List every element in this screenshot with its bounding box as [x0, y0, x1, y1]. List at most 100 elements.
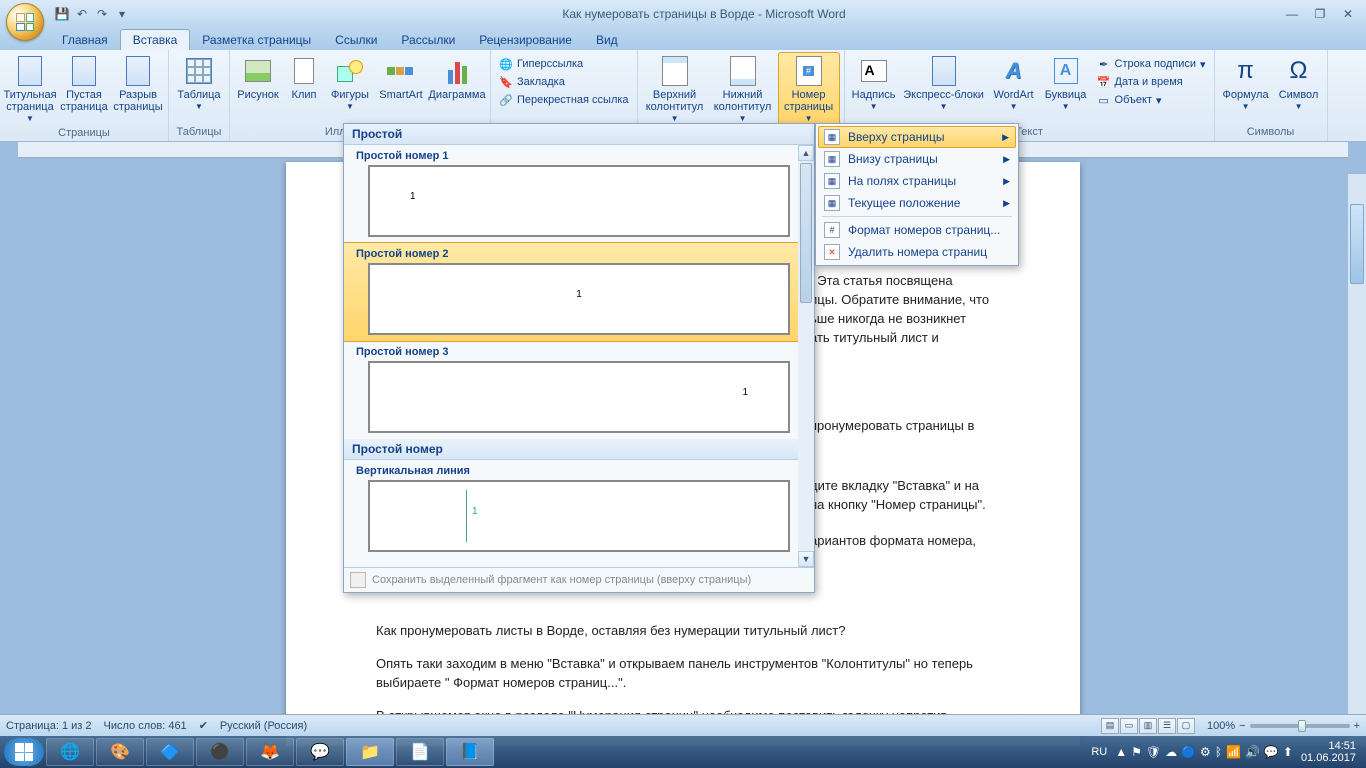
zoom-slider[interactable]	[1250, 724, 1350, 728]
status-page[interactable]: Страница: 1 из 2	[6, 720, 92, 732]
tray-network-icon[interactable]: 📶	[1226, 745, 1241, 759]
status-spellcheck[interactable]: ✔	[199, 719, 208, 732]
save-icon[interactable]: 💾	[54, 6, 70, 22]
bookmark-button[interactable]: 🔖Закладка	[495, 74, 633, 90]
tray-icon[interactable]: 💬	[1264, 745, 1279, 759]
scrollbar-thumb[interactable]	[1350, 204, 1364, 284]
tab-home[interactable]: Главная	[50, 30, 120, 50]
taskbar-firefox[interactable]: 🦊	[246, 738, 294, 766]
clip-button[interactable]: Клип	[284, 52, 324, 104]
office-button[interactable]	[6, 3, 44, 41]
menu-bottom-of-page[interactable]: ▦Внизу страницы▶	[818, 148, 1016, 170]
qat-customize-icon[interactable]: ▾	[114, 6, 130, 22]
dropcap-button[interactable]: AБуквица▼	[1041, 52, 1091, 114]
gallery-item-plain-1[interactable]: 1	[368, 165, 790, 237]
tab-view[interactable]: Вид	[584, 30, 630, 50]
tray-icon[interactable]: ⚙	[1200, 745, 1211, 759]
menu-page-margins[interactable]: ▦На полях страницы▶	[818, 170, 1016, 192]
textbox-button[interactable]: Надпись▼	[849, 52, 899, 114]
gallery-item-plain-3[interactable]: 1	[368, 361, 790, 433]
taskbar-app1[interactable]: 🔷	[146, 738, 194, 766]
status-language[interactable]: Русский (Россия)	[220, 720, 307, 732]
tab-mailings[interactable]: Рассылки	[389, 30, 467, 50]
equation-button[interactable]: πФормула▼	[1219, 52, 1273, 114]
zoom-out-button[interactable]: −	[1239, 720, 1245, 732]
zoom-in-button[interactable]: +	[1354, 720, 1360, 732]
chevron-right-icon: ▶	[1003, 176, 1010, 187]
tab-insert[interactable]: Вставка	[120, 29, 191, 50]
header-button[interactable]: Верхний колонтитул▼	[642, 52, 708, 126]
tab-review[interactable]: Рецензирование	[467, 30, 584, 50]
table-button[interactable]: Таблица▼	[173, 52, 225, 114]
gallery-scrollbar[interactable]: ▲ ▼	[798, 145, 814, 567]
tray-language[interactable]: RU	[1091, 746, 1107, 758]
blank-page-button[interactable]: Пустая страница	[58, 52, 110, 116]
gallery-header: Простой	[344, 124, 814, 145]
page-number-button[interactable]: #Номер страницы▼	[778, 52, 840, 126]
chart-button[interactable]: Диаграмма	[428, 52, 486, 104]
view-draft[interactable]: ▢	[1177, 718, 1195, 734]
gallery-item-vertical-line[interactable]: 1	[368, 480, 790, 552]
object-button[interactable]: ▭Объект ▾	[1093, 92, 1210, 108]
menu-current-position[interactable]: ▦Текущее положение▶	[818, 192, 1016, 214]
tray-icon[interactable]: ☁	[1165, 745, 1177, 759]
body-text: Как пронумеровать листы в Ворде, оставля…	[376, 622, 990, 641]
quickparts-button[interactable]: Экспресс-блоки▼	[901, 52, 987, 114]
view-full-screen[interactable]: ▭	[1120, 718, 1138, 734]
view-outline[interactable]: ☰	[1158, 718, 1176, 734]
taskbar-paint[interactable]: 🎨	[96, 738, 144, 766]
gallery-item-plain-2[interactable]: 1	[368, 263, 790, 335]
tray-icon[interactable]: ⚑	[1131, 745, 1142, 759]
crossref-button[interactable]: 🔗Перекрестная ссылка	[495, 92, 633, 108]
gallery-footer[interactable]: Сохранить выделенный фрагмент как номер …	[344, 567, 814, 592]
view-print-layout[interactable]: ▤	[1101, 718, 1119, 734]
scrollbar-thumb[interactable]	[800, 163, 812, 303]
view-web-layout[interactable]: ▥	[1139, 718, 1157, 734]
tab-references[interactable]: Ссылки	[323, 30, 389, 50]
taskbar-notepad[interactable]: 📄	[396, 738, 444, 766]
gallery-header-2: Простой номер	[344, 439, 814, 460]
wordart-button[interactable]: AWordArt▼	[989, 52, 1039, 114]
menu-top-of-page[interactable]: ▦Вверху страницы▶	[818, 126, 1016, 148]
chevron-right-icon: ▶	[1003, 198, 1010, 209]
zoom-thumb[interactable]	[1298, 720, 1306, 732]
status-words[interactable]: Число слов: 461	[104, 720, 187, 732]
vertical-scrollbar[interactable]	[1348, 174, 1366, 746]
tray-volume-icon[interactable]: 🔊	[1245, 745, 1260, 759]
smartart-button[interactable]: SmartArt	[376, 52, 426, 104]
scroll-down-icon[interactable]: ▼	[798, 551, 814, 567]
shapes-button[interactable]: Фигуры▼	[326, 52, 374, 114]
maximize-button[interactable]: ❐	[1306, 5, 1334, 23]
hyperlink-button[interactable]: 🌐Гиперссылка	[495, 56, 633, 72]
taskbar-app2[interactable]: ⚫	[196, 738, 244, 766]
date-time-button[interactable]: 📅Дата и время	[1093, 74, 1210, 90]
taskbar-explorer[interactable]: 📁	[346, 738, 394, 766]
group-pages-label: Страницы	[4, 126, 164, 140]
tray-clock[interactable]: 14:51 01.06.2017	[1301, 740, 1356, 764]
tray-icon[interactable]: 🔵	[1181, 745, 1196, 759]
signature-line-button[interactable]: ✒Строка подписи ▾	[1093, 56, 1210, 72]
footer-button[interactable]: Нижний колонтитул▼	[710, 52, 776, 126]
page-break-button[interactable]: Разрыв страницы	[112, 52, 164, 116]
menu-format-page-numbers[interactable]: #Формат номеров страниц...	[818, 219, 1016, 241]
tray-icon[interactable]: ▲	[1115, 745, 1127, 759]
tray-icon[interactable]: 🛡	[1146, 745, 1161, 759]
symbol-button[interactable]: ΩСимвол▼	[1275, 52, 1323, 114]
tray-bluetooth-icon[interactable]: ᛒ	[1215, 745, 1222, 759]
start-button[interactable]	[4, 738, 44, 766]
menu-remove-page-numbers[interactable]: ✕Удалить номера страниц	[818, 241, 1016, 263]
scroll-up-icon[interactable]: ▲	[798, 145, 814, 161]
cover-page-button[interactable]: Титульная страница▼	[4, 52, 56, 126]
minimize-button[interactable]: —	[1278, 5, 1306, 23]
signature-icon: ✒	[1097, 57, 1111, 71]
zoom-label[interactable]: 100%	[1207, 720, 1235, 732]
taskbar-chrome[interactable]: 🌐	[46, 738, 94, 766]
picture-button[interactable]: Рисунок	[234, 52, 282, 104]
taskbar-viber[interactable]: 💬	[296, 738, 344, 766]
tab-page-layout[interactable]: Разметка страницы	[190, 30, 323, 50]
taskbar-word[interactable]: 📘	[446, 738, 494, 766]
tray-icon[interactable]: ⬆	[1283, 745, 1293, 759]
redo-icon[interactable]: ↷	[94, 6, 110, 22]
close-button[interactable]: ✕	[1334, 5, 1362, 23]
undo-icon[interactable]: ↶	[74, 6, 90, 22]
